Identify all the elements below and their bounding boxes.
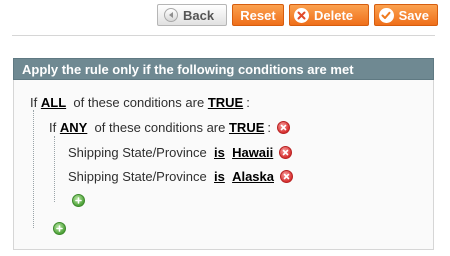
save-button[interactable]: Save (374, 4, 438, 26)
promotion-conditions-page: Back Reset Delete Save Apply the rule on… (0, 0, 450, 256)
root-condition-line: If ALL of these conditions are TRUE: (30, 94, 250, 110)
rule-value-select[interactable]: Hawaii (232, 145, 273, 160)
delete-button[interactable]: Delete (289, 4, 369, 26)
reset-button-label: Reset (240, 7, 276, 23)
group-prefix: If (49, 119, 57, 135)
rule-value-select[interactable]: Alaska (232, 169, 274, 184)
toolbar: Back Reset Delete Save (157, 4, 438, 26)
root-suffix: : (246, 94, 250, 110)
group-middle-text: of these conditions are (94, 119, 226, 135)
root-prefix: If (30, 94, 38, 110)
group-aggregator-select[interactable]: ANY (60, 120, 87, 135)
back-arrow-icon (164, 8, 178, 22)
remove-rule-icon[interactable] (280, 169, 293, 183)
back-button[interactable]: Back (157, 4, 227, 26)
conditions-header-title: Apply the rule only if the following con… (22, 61, 354, 77)
save-check-icon (379, 7, 394, 23)
root-middle-text: of these conditions are (73, 94, 205, 110)
group-condition-line: If ANY of these conditions are TRUE: (49, 119, 290, 135)
remove-group-icon[interactable] (277, 120, 290, 134)
delete-x-icon (294, 7, 309, 23)
root-tree-guide (33, 110, 34, 228)
root-aggregator-select[interactable]: ALL (41, 95, 66, 110)
add-root-condition-icon[interactable] (53, 222, 66, 235)
group-suffix: : (267, 119, 271, 135)
condition-rule: Shipping State/Province is Alaska (68, 168, 293, 184)
back-button-label: Back (183, 7, 215, 23)
condition-rule: Shipping State/Province is Hawaii (68, 144, 293, 160)
root-value-select[interactable]: TRUE (208, 95, 243, 110)
group-tree-guide (54, 136, 55, 202)
reset-button[interactable]: Reset (232, 4, 284, 26)
group-value-select[interactable]: TRUE (229, 120, 264, 135)
rule-operator-select[interactable]: is (214, 169, 225, 184)
delete-button-label: Delete (314, 7, 354, 23)
rule-attribute: Shipping State/Province (68, 144, 207, 160)
conditions-fieldset-body: If ALL of these conditions are TRUE: If … (13, 80, 434, 250)
toolbar-divider (12, 35, 435, 36)
add-group-condition-icon[interactable] (72, 194, 85, 207)
rule-attribute: Shipping State/Province (68, 168, 207, 184)
remove-rule-icon[interactable] (279, 145, 293, 159)
conditions-fieldset-header: Apply the rule only if the following con… (13, 58, 434, 80)
rule-operator-select[interactable]: is (214, 145, 225, 160)
save-button-label: Save (398, 7, 429, 23)
